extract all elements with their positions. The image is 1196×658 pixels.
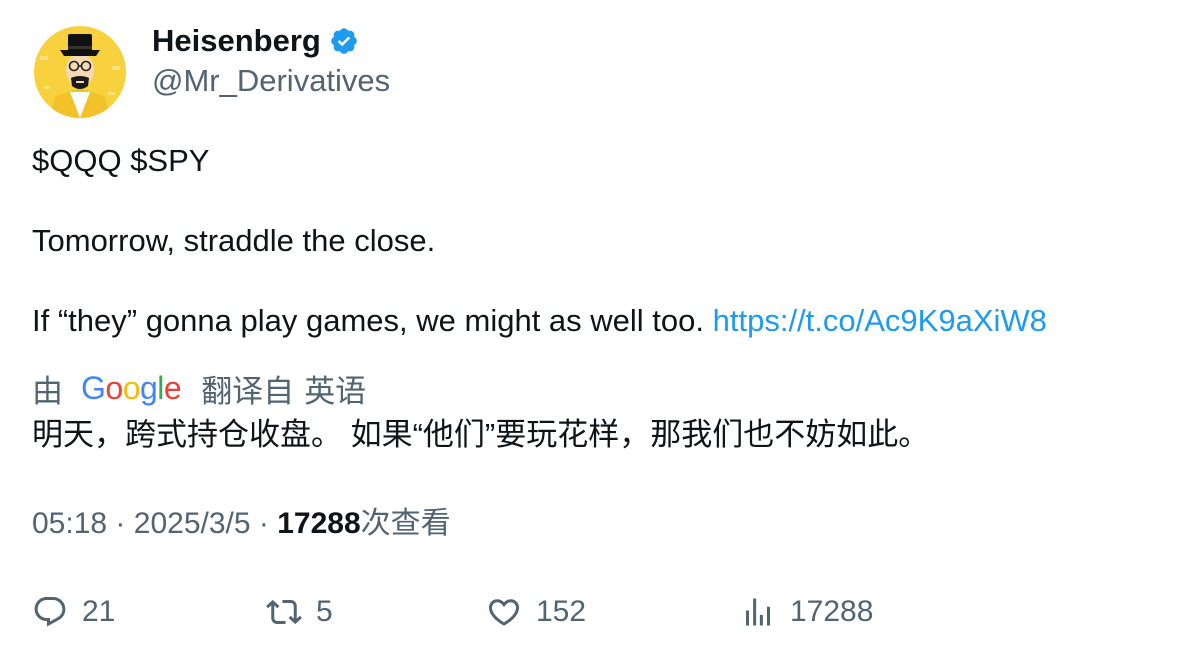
views-button[interactable]: 17288 [740, 592, 873, 632]
tweet-line-tickers: $QQQ $SPY [32, 143, 210, 178]
author-display-name[interactable]: Heisenberg [152, 22, 359, 60]
tweet-time[interactable]: 05:18 [32, 507, 107, 540]
tweet-line-straddle: Tomorrow, straddle the close. [32, 223, 436, 258]
verified-badge-icon [329, 26, 359, 56]
translation-source-language: 英语 [304, 373, 367, 409]
analytics-icon [746, 598, 770, 626]
meta-separator: · [258, 507, 269, 540]
tweet-line-games: If “they” gonna play games, we might as … [32, 302, 1047, 340]
views-count: 17288 [790, 595, 874, 628]
heart-icon [488, 599, 520, 626]
avatar[interactable] [34, 26, 126, 118]
reply-count: 21 [82, 595, 116, 628]
google-letter: e [163, 369, 182, 406]
translation-label: 翻译自 [201, 373, 295, 409]
translation-bar: 由 G o o g l e 翻译自 英语 [32, 368, 367, 409]
translated-text: 明天，跨式持仓收盘。 如果“他们”要玩花样，那我们也不妨如此。 [32, 417, 930, 452]
reply-button[interactable]: 21 [32, 592, 115, 632]
google-letter: o [105, 369, 123, 406]
author-handle[interactable]: @Mr_Derivatives [152, 62, 390, 100]
tweet-link[interactable]: https://t.co/Ac9K9aXiW8 [713, 303, 1047, 338]
tweet-views-count: 17288 [277, 507, 361, 540]
retweet-icon [266, 599, 302, 625]
google-letter: g [139, 369, 158, 406]
author-name-text[interactable]: Heisenberg [152, 22, 321, 60]
reply-icon [34, 597, 66, 627]
meta-separator: · [115, 507, 126, 540]
like-button[interactable]: 152 [486, 592, 586, 632]
google-letter: l [157, 369, 164, 406]
like-count: 152 [536, 595, 587, 628]
heisenberg-avatar-icon [34, 26, 126, 118]
tweet-meta: 05:18 · 2025/3/5 · 17288次查看 [32, 506, 451, 542]
tweet-line-games-text: If “they” gonna play games, we might as … [32, 303, 704, 338]
translation-prefix: 由 [32, 373, 63, 409]
tweet-views-label: 次查看 [360, 507, 451, 540]
google-letter: o [122, 369, 141, 406]
google-letter: G [81, 369, 106, 406]
retweet-count: 5 [316, 595, 333, 628]
google-logo: G o o g l e [81, 369, 182, 407]
retweet-button[interactable]: 5 [266, 592, 333, 632]
tweet-date[interactable]: 2025/3/5 [134, 507, 251, 540]
